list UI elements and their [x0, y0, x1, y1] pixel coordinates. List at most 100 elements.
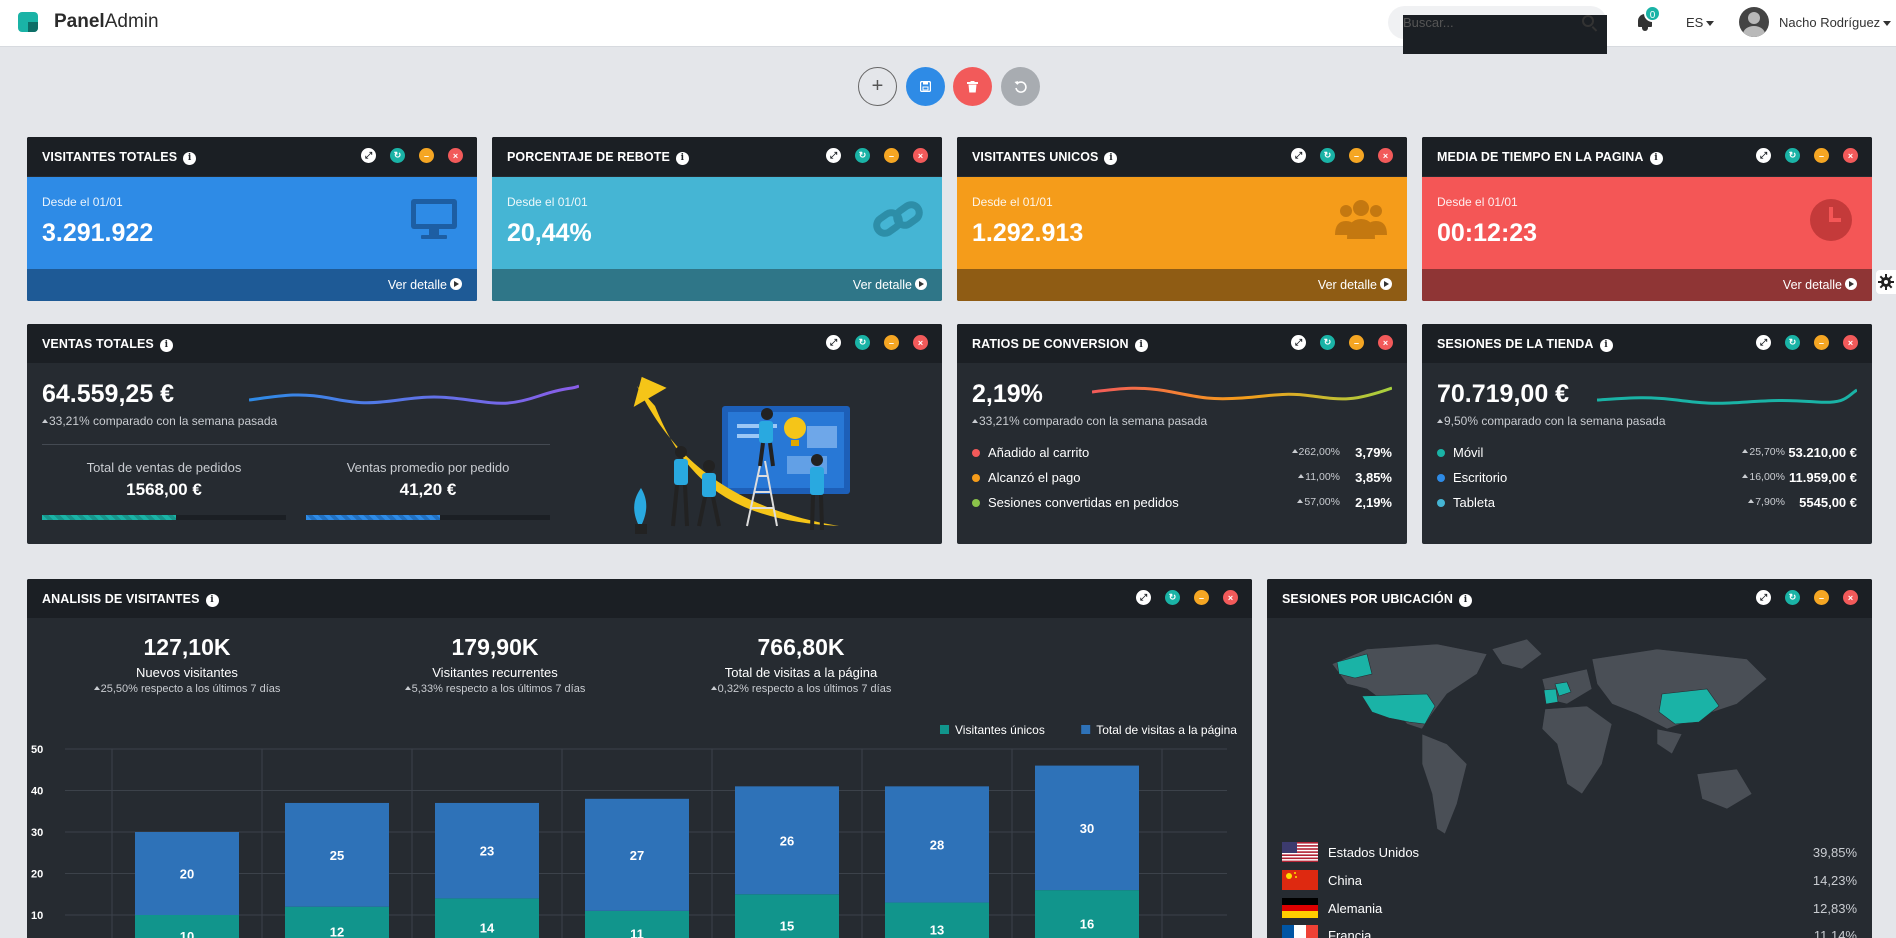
info-icon[interactable]: i: [675, 152, 689, 165]
panel-header: RATIOS DE CONVERSION i ⤢ ↻ – ×: [957, 324, 1407, 363]
refresh-icon[interactable]: ↻: [1165, 590, 1180, 605]
world-map[interactable]: [1327, 634, 1787, 844]
info-icon[interactable]: i: [1134, 339, 1148, 352]
light-blue-dot-icon: [1437, 499, 1445, 507]
since-label: Desde el 01/01: [1437, 195, 1518, 209]
minimize-icon[interactable]: –: [884, 335, 899, 350]
expand-icon[interactable]: ⤢: [1291, 148, 1306, 163]
avg-order-block: Ventas promedio por pedido 41,20 €: [306, 460, 550, 500]
panel-store-sessions: SESIONES DE LA TIENDA i ⤢ ↻ – × 70.719,00 € …: [1422, 324, 1872, 544]
expand-icon[interactable]: ⤢: [361, 148, 376, 163]
stat-value: 3.291.922: [42, 219, 154, 247]
kpi-returning-visitors: 179,90K Visitantes recurrentes 5,33% respe…: [385, 634, 605, 695]
expand-icon[interactable]: ⤢: [826, 335, 841, 350]
close-icon[interactable]: ×: [913, 335, 928, 350]
stat-footer: Ver detalle: [27, 269, 477, 301]
panel-title: MEDIA DE TIEMPO EN LA PAGINA i: [1437, 150, 1663, 165]
bar-value-label: 20: [180, 867, 194, 882]
stat-body: Desde el 01/01 1.292.913: [957, 177, 1407, 269]
undo-button[interactable]: [1001, 67, 1040, 106]
close-icon[interactable]: ×: [913, 148, 928, 163]
refresh-icon[interactable]: ↻: [1785, 335, 1800, 350]
view-detail-link[interactable]: Ver detalle: [1783, 278, 1857, 292]
expand-icon[interactable]: ⤢: [826, 148, 841, 163]
orders-label: Total de ventas de pedidos: [86, 460, 242, 475]
bar-value-label: 25: [330, 848, 344, 863]
legend-swatch: [940, 725, 949, 734]
stat-body: Desde el 01/01 00:12:23: [1422, 177, 1872, 269]
conversion-item: Sesiones convertidas en pedidos 57,00% 2,1…: [972, 495, 1392, 515]
minimize-icon[interactable]: –: [884, 148, 899, 163]
close-icon[interactable]: ×: [1378, 148, 1393, 163]
view-detail-link[interactable]: Ver detalle: [1318, 278, 1392, 292]
close-icon[interactable]: ×: [448, 148, 463, 163]
info-icon[interactable]: i: [1458, 594, 1472, 607]
refresh-icon[interactable]: ↻: [1320, 148, 1335, 163]
expand-icon[interactable]: ⤢: [1291, 335, 1306, 350]
teal-dot-icon: [1437, 449, 1445, 457]
info-icon[interactable]: i: [205, 594, 219, 607]
avatar[interactable]: [1739, 7, 1769, 37]
settings-gear-icon[interactable]: [1876, 270, 1896, 294]
refresh-icon[interactable]: ↻: [1785, 590, 1800, 605]
info-icon[interactable]: i: [1599, 339, 1613, 352]
minimize-icon[interactable]: –: [1194, 590, 1209, 605]
link-icon: [873, 201, 923, 237]
delete-button[interactable]: [953, 67, 992, 106]
view-detail-link[interactable]: Ver detalle: [853, 278, 927, 292]
legend-label: Total de visitas a la página: [1096, 723, 1237, 737]
expand-icon[interactable]: ⤢: [1756, 335, 1771, 350]
panel-title: PORCENTAJE DE REBOTE i: [507, 150, 689, 165]
panel-visitor-analysis: ANALISIS DE VISITANTES i ⤢ ↻ – × 127,10K Nuev…: [27, 579, 1252, 938]
search-icon[interactable]: [1582, 15, 1594, 27]
logo-icon[interactable]: [18, 12, 38, 32]
close-icon[interactable]: ×: [1843, 148, 1858, 163]
expand-icon[interactable]: ⤢: [1136, 590, 1151, 605]
kpi-new-visitors: 127,10K Nuevos visitantes 25,50% respecto …: [77, 634, 297, 695]
us-flag-icon: [1282, 842, 1318, 862]
panel-title: VENTAS TOTALES i: [42, 337, 173, 352]
refresh-icon[interactable]: ↻: [390, 148, 405, 163]
save-button[interactable]: [906, 67, 945, 106]
panel-title: VISITANTES UNICOS i: [972, 150, 1118, 165]
view-detail-link[interactable]: Ver detalle: [388, 278, 462, 292]
floppy-icon: [920, 81, 931, 92]
cn-flag-icon: [1282, 870, 1318, 890]
search-input[interactable]: Buscar...: [1388, 6, 1607, 54]
minimize-icon[interactable]: –: [1814, 335, 1829, 350]
country-row: Francia 11,14%: [1282, 925, 1857, 938]
bar-value-label: 23: [480, 844, 494, 859]
add-button[interactable]: +: [858, 67, 897, 106]
de-flag-icon: [1282, 898, 1318, 918]
expand-icon[interactable]: ⤢: [1756, 590, 1771, 605]
arrow-up-icon: [972, 419, 978, 423]
y-tick-label: 40: [31, 786, 43, 798]
info-icon[interactable]: i: [159, 339, 173, 352]
country-row: Alemania 12,83%: [1282, 898, 1857, 920]
minimize-icon[interactable]: –: [1349, 148, 1364, 163]
close-icon[interactable]: ×: [1843, 335, 1858, 350]
close-icon[interactable]: ×: [1843, 590, 1858, 605]
refresh-icon[interactable]: ↻: [1785, 148, 1800, 163]
refresh-icon[interactable]: ↻: [855, 148, 870, 163]
info-icon[interactable]: i: [183, 152, 197, 165]
minimize-icon[interactable]: –: [1349, 335, 1364, 350]
minimize-icon[interactable]: –: [1814, 590, 1829, 605]
minimize-icon[interactable]: –: [1814, 148, 1829, 163]
refresh-icon[interactable]: ↻: [855, 335, 870, 350]
brand-title[interactable]: PanelAdmin: [54, 11, 159, 33]
close-icon[interactable]: ×: [1223, 590, 1238, 605]
bar-value-label: 30: [1080, 821, 1094, 836]
minimize-icon[interactable]: –: [419, 148, 434, 163]
info-icon[interactable]: i: [1649, 152, 1663, 165]
user-menu[interactable]: Nacho Rodríguez: [1779, 15, 1892, 30]
orders-total-block: Total de ventas de pedidos 1568,00 €: [42, 460, 286, 500]
refresh-icon[interactable]: ↻: [1320, 335, 1335, 350]
language-selector[interactable]: ES: [1686, 15, 1715, 30]
panel-header: MEDIA DE TIEMPO EN LA PAGINA i ⤢ ↻ – ×: [1422, 137, 1872, 176]
info-icon[interactable]: i: [1104, 152, 1118, 165]
stat-value: 1.292.913: [972, 219, 1084, 247]
avg-progress-fill: [306, 515, 441, 520]
close-icon[interactable]: ×: [1378, 335, 1393, 350]
expand-icon[interactable]: ⤢: [1756, 148, 1771, 163]
